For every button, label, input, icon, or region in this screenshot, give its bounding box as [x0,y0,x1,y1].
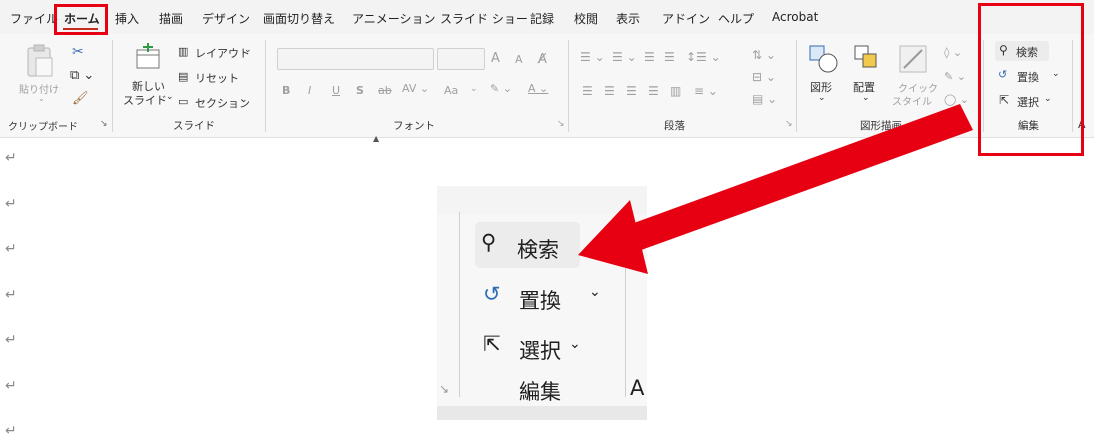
callout-arrow [578,104,973,274]
arrow-head [578,200,648,274]
arrow-shaft [612,104,973,257]
